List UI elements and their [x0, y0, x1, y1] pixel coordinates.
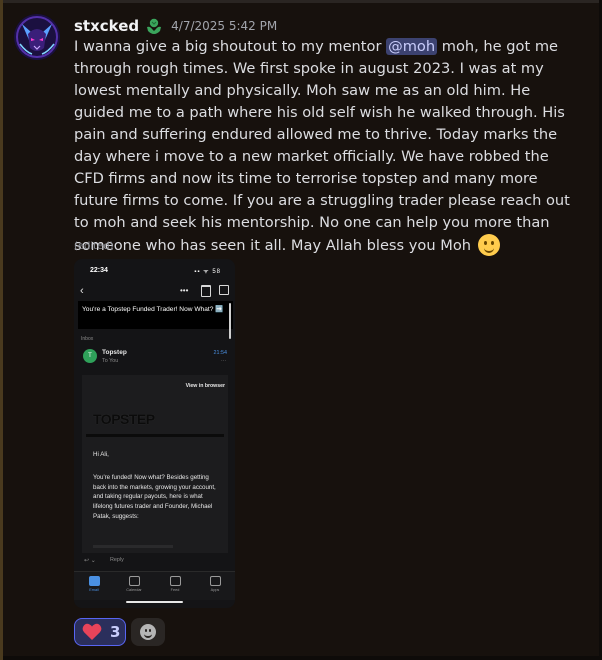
email-greeting: Hi Ali,	[93, 451, 109, 458]
view-in-browser-link: View in browser	[185, 383, 225, 389]
back-chevron-icon: ‹	[80, 285, 84, 297]
heart-reaction-count: 3	[110, 623, 121, 641]
tab-calendar-label: Calendar	[126, 588, 142, 592]
tab-calendar: Calendar	[121, 576, 147, 592]
trash-icon	[201, 285, 211, 297]
reply-label: Reply	[110, 557, 124, 563]
phone-tab-bar: Email Calendar Feed Apps	[74, 571, 235, 600]
archive-icon	[219, 285, 229, 295]
email-subject: You're a Topstep Funded Trader! Now What…	[78, 301, 233, 339]
more-dots-icon: •••	[180, 286, 189, 295]
chat-message: stxcked 4/7/2025 5:42 PM I wanna give a …	[0, 0, 602, 660]
email-body: View in browser TOPSTEP Hi Ali, You're f…	[82, 375, 228, 553]
image-attachment[interactable]: 22:34 ▪▪ ᯤ 58 ‹ ••• You're a Topstep Fun…	[74, 259, 235, 608]
phone-status-icons: ▪▪ ᯤ 58	[194, 269, 221, 275]
reactions-row: 3	[74, 618, 165, 648]
calendar-icon	[128, 576, 140, 586]
tab-apps-label: Apps	[210, 588, 220, 592]
sender-recipient: To You	[102, 358, 119, 364]
message-text-part2: moh, he got me through rough times. We f…	[74, 38, 570, 254]
avatar[interactable]	[14, 14, 60, 60]
heart-reaction-button[interactable]: 3	[74, 618, 126, 646]
phone-status-bar: 22:34 ▪▪ ᯤ 58	[74, 259, 235, 281]
username[interactable]: stxcked	[74, 17, 139, 35]
sender-row: T Topstep To You 21:54 ···	[74, 345, 235, 369]
phone-clock: 22:34	[90, 267, 108, 274]
phone-screenshot: 22:34 ▪▪ ᯤ 58 ‹ ••• You're a Topstep Fun…	[74, 259, 235, 608]
message-content: I wanna give a big shoutout to my mentor…	[74, 36, 574, 257]
feed-icon	[169, 576, 181, 586]
logo-divider	[86, 434, 224, 437]
green-hands-badge-icon[interactable]	[145, 17, 163, 35]
mail-icon	[88, 576, 100, 586]
apps-grid-icon	[209, 576, 221, 586]
email-paragraph: You're funded! Now what? Besides getting…	[93, 474, 216, 520]
sender-time: 21:54	[213, 350, 228, 356]
topstep-logo: TOPSTEP	[93, 411, 155, 427]
email-subject-text: You're a Topstep Funded Trader! Now What…	[82, 306, 224, 313]
edited-label: (edited)	[74, 241, 114, 252]
mail-toolbar: ‹ •••	[74, 285, 235, 301]
subject-scroll-indicator	[229, 303, 231, 339]
sender-more-icon: ···	[221, 358, 226, 364]
reply-bar: ↩ ⌄ Reply	[82, 556, 228, 569]
message-header: stxcked 4/7/2025 5:42 PM	[74, 14, 277, 38]
user-mention[interactable]: @moh	[386, 38, 438, 55]
message-text-part1: I wanna give a big shoutout to my mentor	[74, 38, 387, 55]
faded-text-line	[93, 545, 173, 548]
reply-arrow-icon: ↩ ⌄	[84, 558, 96, 564]
tab-feed-label: Feed	[170, 588, 180, 592]
slightly-smiling-face-icon	[477, 234, 500, 256]
heart-icon	[82, 623, 102, 640]
home-indicator	[126, 601, 183, 603]
wolf-avatar-icon	[14, 14, 60, 60]
tab-email-label: Email	[89, 588, 99, 592]
message-timestamp: 4/7/2025 5:42 PM	[171, 19, 278, 33]
tab-feed: Feed	[162, 576, 188, 592]
add-reaction-smiley-icon	[140, 624, 156, 640]
sender-name: Topstep	[102, 349, 127, 356]
inbox-label: Inbox	[81, 336, 94, 342]
sender-avatar: T	[83, 349, 97, 363]
tab-apps: Apps	[202, 576, 228, 592]
add-reaction-button[interactable]	[131, 618, 165, 646]
tab-email: Email	[81, 576, 107, 592]
